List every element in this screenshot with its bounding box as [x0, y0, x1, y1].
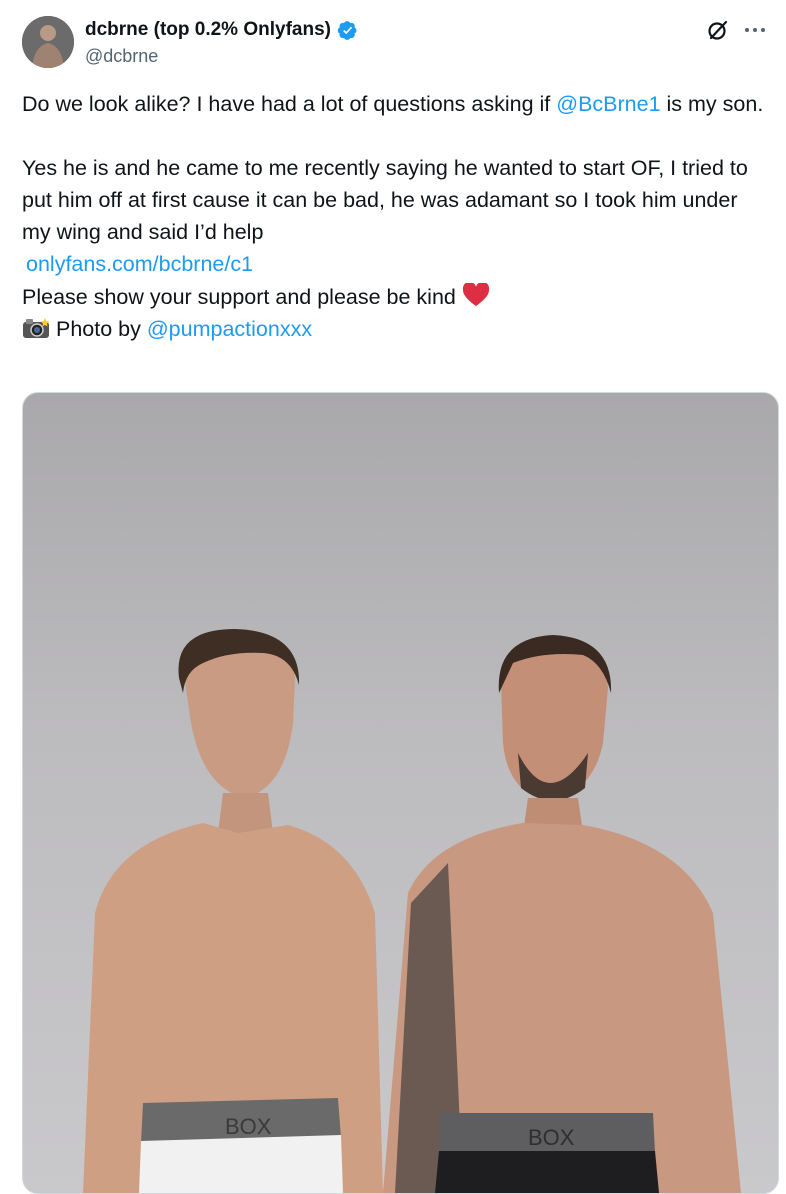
verified-badge-icon: [337, 20, 358, 41]
heart-emoji-icon: [462, 281, 490, 316]
tweet-line: Do we look alike? I have had a lot of qu…: [22, 88, 764, 120]
tweet-photo[interactable]: BOX BOX: [22, 392, 779, 1194]
mention-link[interactable]: @pumpactionxxx: [147, 317, 312, 341]
display-name[interactable]: dcbrne (top 0.2% Onlyfans): [85, 18, 358, 42]
tweet-text-segment: Do we look alike? I have had a lot of qu…: [22, 92, 557, 116]
more-options-icon[interactable]: [744, 26, 766, 34]
avatar[interactable]: [22, 16, 74, 68]
tweet-text-segment: Please show your support and please be k…: [22, 285, 462, 309]
tweet-line: Photo by @pumpactionxxx: [22, 313, 764, 345]
waistband-text-left: BOX: [225, 1114, 272, 1139]
waistband-text-right: BOX: [528, 1125, 575, 1150]
camera-flash-emoji-icon: [22, 316, 50, 338]
tweet-paragraph: Yes he is and he came to me recently say…: [22, 156, 748, 244]
display-name-text[interactable]: dcbrne (top 0.2% Onlyfans): [85, 18, 331, 42]
tweet-line: Please show your support and please be k…: [22, 280, 764, 313]
tweet-body: Do we look alike? I have had a lot of qu…: [22, 88, 764, 345]
grok-icon[interactable]: [706, 18, 730, 42]
onlyfans-link[interactable]: onlyfans.com/bcbrne/c1: [22, 248, 764, 280]
tweet-header: dcbrne (top 0.2% Onlyfans) @dcbrne: [22, 16, 766, 72]
mention-link[interactable]: @BcBrne1: [556, 92, 660, 116]
right-figure: BOX: [383, 635, 741, 1193]
tweet-text-segment: is my son.: [660, 92, 764, 116]
handle[interactable]: @dcbrne: [85, 44, 358, 68]
left-figure: BOX: [83, 629, 383, 1193]
tweet-text-segment: Photo by: [56, 317, 147, 341]
link-text[interactable]: onlyfans.com/bcbrne/c1: [26, 252, 253, 276]
